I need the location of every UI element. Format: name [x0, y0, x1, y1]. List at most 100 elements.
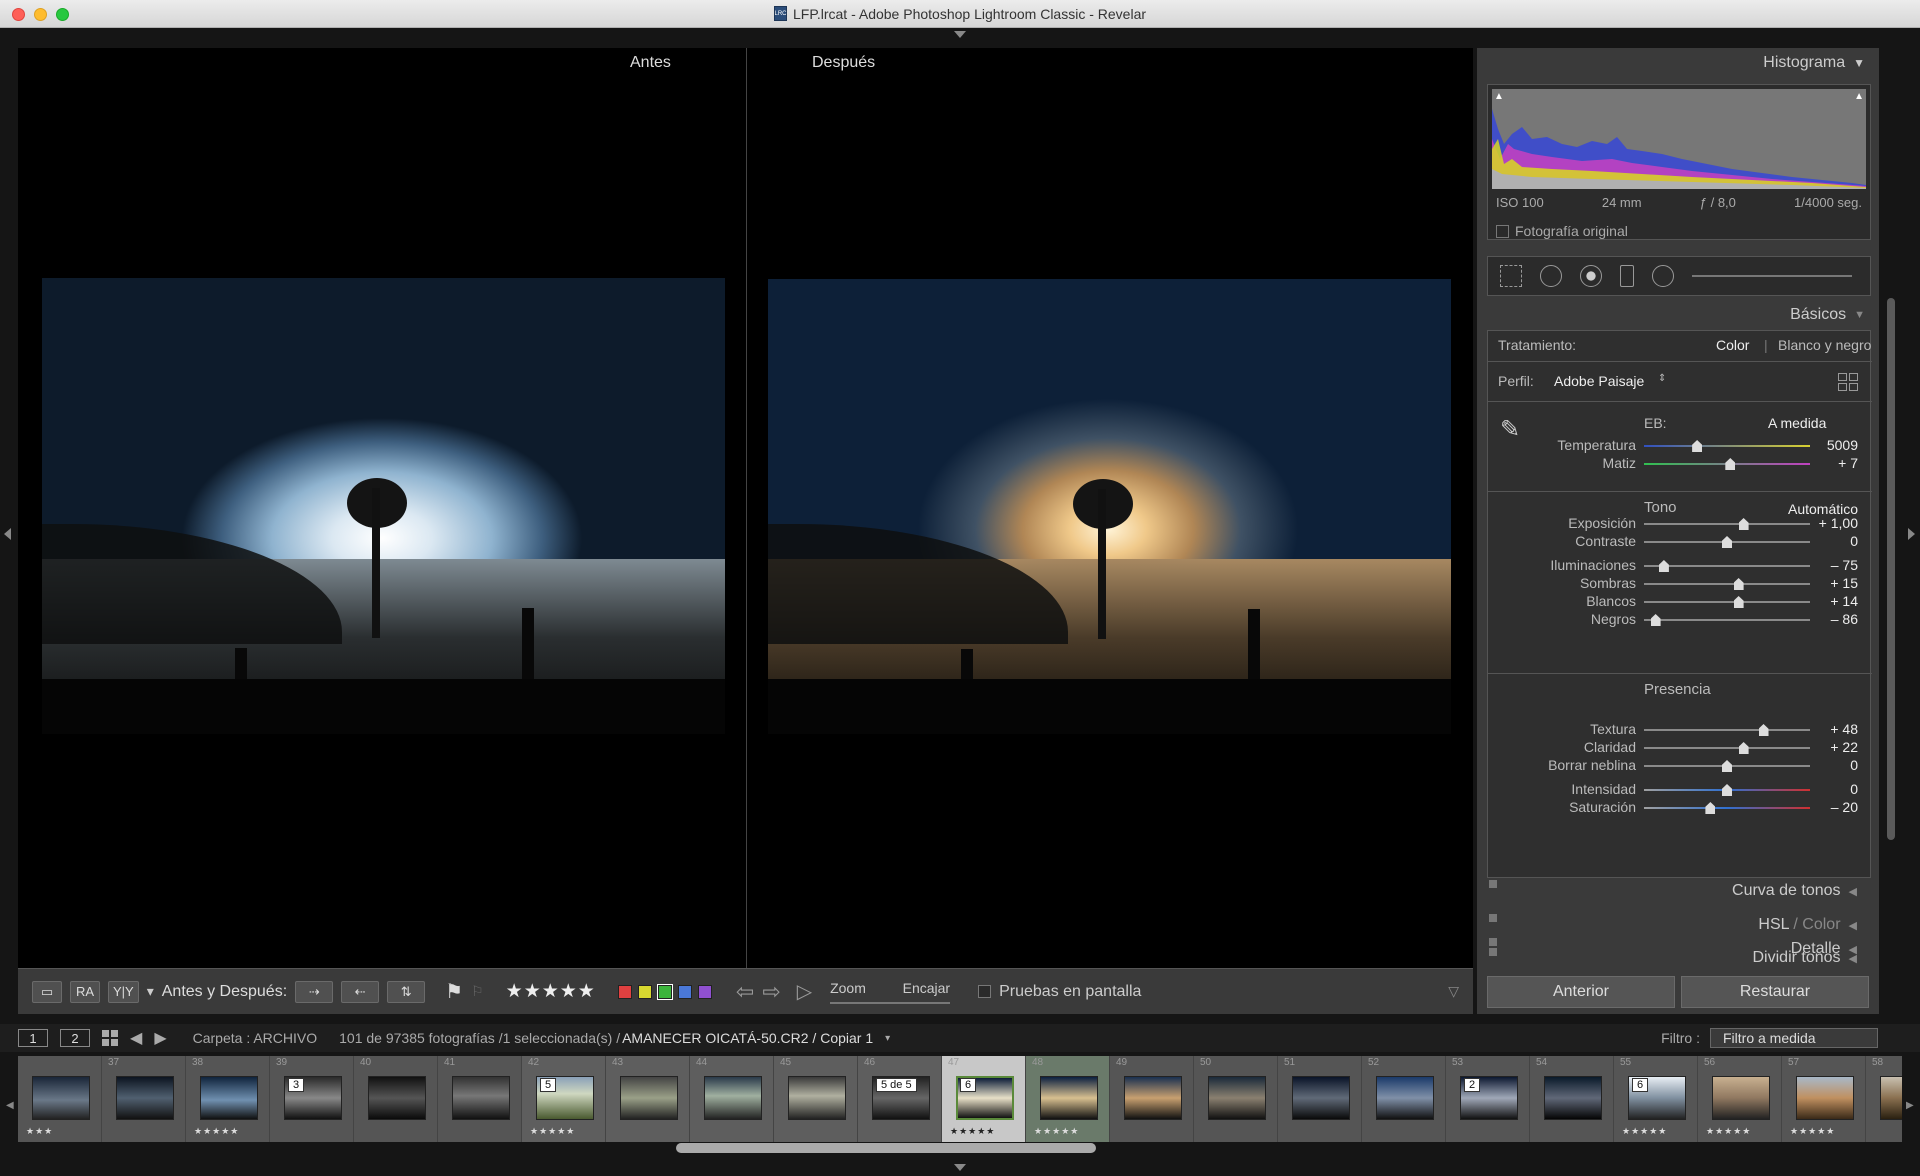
after-photo[interactable]: [768, 279, 1451, 734]
slider-track[interactable]: [1644, 536, 1810, 548]
filmstrip-thumbnail[interactable]: 38 ★★★★★: [186, 1056, 270, 1142]
copy-after-to-before-button[interactable]: ⇠: [341, 980, 380, 1003]
profile-browser-icon[interactable]: [1838, 373, 1858, 391]
slider-thumb[interactable]: [1738, 742, 1749, 754]
shadow-clipping-icon[interactable]: ▲: [1494, 91, 1504, 102]
slider-thumb[interactable]: [1658, 560, 1669, 572]
bottom-panel-toggle-icon[interactable]: [954, 1164, 966, 1171]
white-balance-dropdown[interactable]: A medida: [1768, 415, 1826, 431]
before-photo[interactable]: [42, 278, 725, 734]
histogram-header[interactable]: Histograma ▼: [1477, 48, 1879, 78]
red-eye-tool-icon[interactable]: [1580, 265, 1602, 287]
slider-value[interactable]: 5009: [1798, 437, 1858, 453]
top-panel-toggle-icon[interactable]: [954, 31, 966, 38]
back-arrow-icon[interactable]: ◀: [130, 1028, 142, 1048]
filmstrip-thumbnail[interactable]: 47 6 ★★★★★: [942, 1056, 1026, 1142]
filter-dropdown[interactable]: Filtro a medida: [1710, 1028, 1878, 1048]
thumbnail-image[interactable]: [620, 1076, 678, 1120]
yy-view-button[interactable]: Y|Y: [108, 980, 139, 1003]
thumbnail-image[interactable]: [32, 1076, 90, 1120]
expand-triangle-icon[interactable]: ◀: [1849, 943, 1857, 956]
slider-value[interactable]: + 15: [1798, 575, 1858, 591]
folder-source[interactable]: Carpeta : ARCHIVO: [193, 1030, 318, 1046]
view-mode-dropdown-icon[interactable]: ▾: [147, 983, 154, 1000]
collapse-triangle-icon[interactable]: ▼: [1853, 56, 1865, 70]
thumbnail-image[interactable]: [1712, 1076, 1770, 1120]
slider-thumb[interactable]: [1692, 440, 1703, 452]
histogram-graph[interactable]: ▲ ▲: [1492, 89, 1866, 189]
main-monitor-button[interactable]: 1: [18, 1029, 48, 1047]
filmstrip-thumbnail[interactable]: 50: [1194, 1056, 1278, 1142]
filmstrip-thumbnail[interactable]: 37: [102, 1056, 186, 1142]
previous-settings-button[interactable]: Anterior: [1487, 976, 1675, 1008]
slider-thumb[interactable]: [1733, 578, 1744, 590]
slider-thumb[interactable]: [1758, 724, 1769, 736]
filmstrip-right-arrow-icon[interactable]: ▶: [1906, 1100, 1914, 1111]
slider-track[interactable]: [1644, 518, 1810, 530]
color-title[interactable]: / Color: [1793, 916, 1840, 933]
right-panel-scrollbar[interactable]: [1887, 298, 1895, 840]
thumbnail-image[interactable]: [704, 1076, 762, 1120]
slider-value[interactable]: + 1,00: [1798, 515, 1858, 531]
slider-contraste[interactable]: Contraste 0: [1488, 531, 1872, 553]
slider-thumb[interactable]: [1725, 458, 1736, 470]
thumbnail-image[interactable]: [1880, 1076, 1902, 1120]
previous-photo-icon[interactable]: ⇦: [736, 979, 754, 1005]
original-photo-checkbox[interactable]: [1496, 224, 1509, 238]
filmstrip-thumbnail[interactable]: 54: [1530, 1056, 1614, 1142]
filmstrip-thumbnail[interactable]: 49: [1110, 1056, 1194, 1142]
filmstrip-thumbnail[interactable]: 40: [354, 1056, 438, 1142]
slider-thumb[interactable]: [1722, 784, 1732, 796]
toolbar-menu-icon[interactable]: ▽: [1448, 983, 1459, 1000]
slider-saturaci-n[interactable]: Saturación – 20: [1488, 797, 1872, 819]
slider-matiz[interactable]: Matiz + 7: [1488, 453, 1872, 475]
crop-tool-icon[interactable]: [1500, 265, 1522, 287]
slider-value[interactable]: – 86: [1798, 611, 1858, 627]
zoom-window-button[interactable]: [56, 8, 69, 21]
filmstrip-thumbnail[interactable]: 42 5 ★★★★★: [522, 1056, 606, 1142]
panel-toggle-icon[interactable]: [1489, 938, 1497, 946]
slider-track[interactable]: [1644, 614, 1810, 626]
panel-toggle-icon[interactable]: [1489, 880, 1497, 888]
loupe-view-button[interactable]: ▭: [32, 980, 62, 1003]
slider-value[interactable]: + 22: [1798, 739, 1858, 755]
slider-value[interactable]: + 7: [1798, 455, 1858, 471]
thumbnail-image[interactable]: [1544, 1076, 1602, 1120]
soft-proofing-label[interactable]: Pruebas en pantalla: [999, 983, 1141, 1001]
tone-curve-panel-header[interactable]: Curva de tonos ◀: [1487, 878, 1871, 904]
hsl-panel-header[interactable]: HSL / Color ◀: [1487, 912, 1871, 938]
profile-dropdown-icon[interactable]: ⇕: [1658, 373, 1666, 384]
slider-value[interactable]: – 75: [1798, 557, 1858, 573]
basic-panel-header[interactable]: Básicos ▼: [1477, 300, 1879, 330]
zoom-control[interactable]: Zoom Encajar: [830, 980, 951, 1004]
slider-value[interactable]: 0: [1798, 757, 1858, 773]
reject-flag-icon[interactable]: ⚐: [471, 983, 484, 1000]
slider-track[interactable]: [1644, 742, 1810, 754]
collapse-triangle-icon[interactable]: ▼: [1854, 309, 1865, 321]
slider-thumb[interactable]: [1738, 518, 1749, 530]
thumbnail-image[interactable]: [368, 1076, 426, 1120]
expand-triangle-icon[interactable]: ◀: [1849, 919, 1857, 932]
slider-thumb[interactable]: [1722, 536, 1732, 548]
slider-value[interactable]: – 20: [1798, 799, 1858, 815]
play-slideshow-icon[interactable]: ▷: [797, 979, 812, 1004]
stack-count-badge[interactable]: 5 de 5: [876, 1078, 917, 1092]
stack-count-badge[interactable]: 6: [1632, 1078, 1649, 1092]
filmstrip-thumbnail[interactable]: 56 ★★★★★: [1698, 1056, 1782, 1142]
stack-count-badge[interactable]: 5: [540, 1078, 557, 1092]
stack-count-badge[interactable]: 6: [960, 1078, 977, 1092]
slider-thumb[interactable]: [1705, 802, 1716, 814]
panel-toggle-icon[interactable]: [1489, 914, 1497, 922]
secondary-monitor-button[interactable]: 2: [60, 1029, 90, 1047]
slider-track[interactable]: [1644, 458, 1810, 470]
fit-label[interactable]: Encajar: [903, 980, 950, 996]
filmstrip-thumbnail[interactable]: 45: [774, 1056, 858, 1142]
right-panel-toggle-icon[interactable]: [1908, 528, 1915, 540]
highlight-clipping-icon[interactable]: ▲: [1854, 91, 1864, 102]
slider-negros[interactable]: Negros – 86: [1488, 609, 1872, 631]
thumbnail-image[interactable]: [1040, 1076, 1098, 1120]
thumbnail-image[interactable]: [1208, 1076, 1266, 1120]
slider-thumb[interactable]: [1733, 596, 1744, 608]
filmstrip-thumbnail[interactable]: 53 2: [1446, 1056, 1530, 1142]
thumbnail-image[interactable]: [1292, 1076, 1350, 1120]
